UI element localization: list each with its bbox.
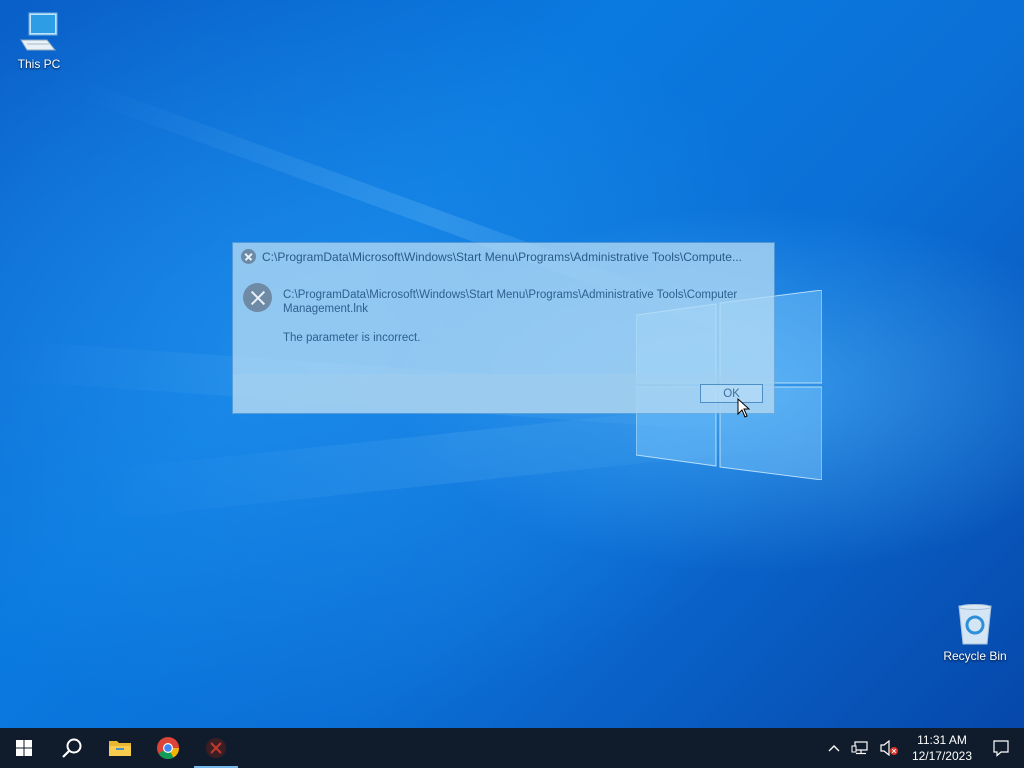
desktop-icon-recycle-bin[interactable]: Recycle Bin	[937, 602, 1013, 663]
desktop: This PC Recycle Bin C:\ProgramData\Micro…	[0, 0, 1024, 768]
search-icon	[62, 738, 82, 758]
taskbar-clock[interactable]: 11:31 AM 12/17/2023	[904, 732, 980, 764]
error-icon	[243, 283, 272, 312]
dialog-footer: OK	[233, 374, 774, 413]
start-button[interactable]	[0, 728, 48, 768]
taskbar-chrome[interactable]	[144, 728, 192, 768]
error-icon	[241, 249, 256, 264]
clock-time: 11:31 AM	[917, 733, 967, 747]
show-hidden-icons-button[interactable]	[822, 728, 846, 768]
folder-icon	[109, 741, 131, 756]
chrome-icon	[157, 737, 179, 759]
volume-button[interactable]	[874, 728, 904, 768]
recycle-bin-icon	[958, 604, 992, 645]
clock-date: 12/17/2023	[911, 749, 972, 763]
taskbar-error-app[interactable]	[192, 728, 240, 768]
windows-start-icon	[16, 740, 32, 756]
desktop-icon-label: This PC	[17, 57, 61, 71]
ok-button[interactable]: OK	[700, 384, 763, 403]
action-center-icon	[993, 740, 1009, 757]
desktop-icon-label: Recycle Bin	[943, 649, 1007, 663]
network-icon	[851, 741, 868, 755]
volume-muted-icon	[880, 740, 898, 756]
system-tray: 11:31 AM 12/17/2023	[822, 728, 1024, 768]
error-icon	[206, 738, 226, 758]
light-beam	[97, 394, 819, 520]
dialog-path-text: C:\ProgramData\Microsoft\Windows\Start M…	[283, 289, 738, 315]
taskbar-file-explorer[interactable]	[96, 728, 144, 768]
network-button[interactable]	[846, 728, 874, 768]
error-dialog: C:\ProgramData\Microsoft\Windows\Start M…	[233, 243, 774, 413]
chevron-up-icon	[828, 745, 840, 752]
dialog-titlebar[interactable]: C:\ProgramData\Microsoft\Windows\Start M…	[233, 243, 774, 270]
taskbar: 11:31 AM 12/17/2023	[0, 728, 1024, 768]
dialog-title: C:\ProgramData\Microsoft\Windows\Start M…	[262, 249, 742, 264]
dialog-message: The parameter is incorrect.	[283, 332, 421, 344]
action-center-button[interactable]	[980, 728, 1024, 768]
desktop-icon-this-pc[interactable]: This PC	[1, 10, 77, 71]
computer-icon	[20, 12, 58, 51]
search-button[interactable]	[48, 728, 96, 768]
